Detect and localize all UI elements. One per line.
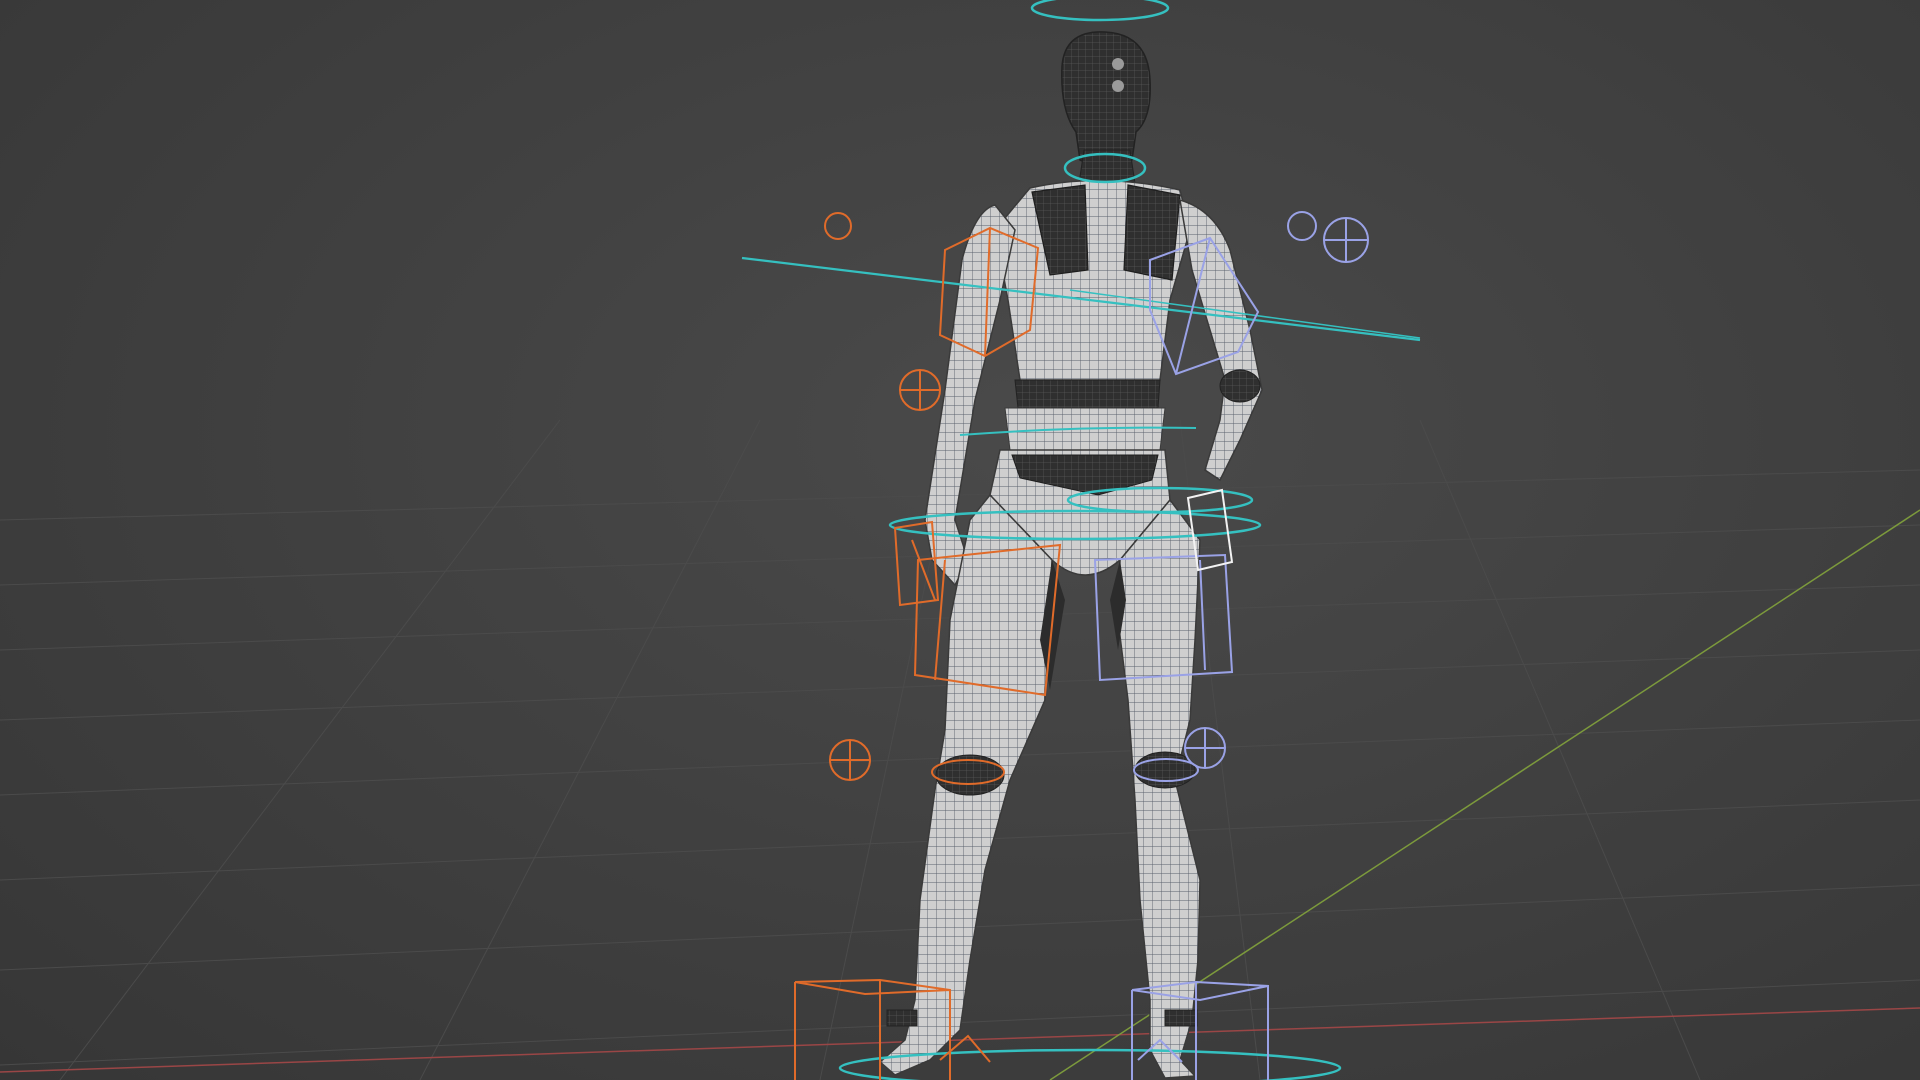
mesh-arm-right[interactable] xyxy=(1179,198,1263,482)
knee-pole-left[interactable] xyxy=(829,739,871,781)
head-control[interactable] xyxy=(1030,0,1170,22)
mesh-head[interactable] xyxy=(1061,31,1151,167)
elbow-pole-left[interactable] xyxy=(824,212,852,240)
hand-ik-right[interactable] xyxy=(1323,217,1369,263)
mesh-leg-right[interactable] xyxy=(1117,498,1201,1079)
elbow-pole-right[interactable] xyxy=(1287,211,1317,241)
rig-controls-center[interactable] xyxy=(741,0,1421,1080)
mesh-waist[interactable] xyxy=(1014,379,1161,409)
3d-viewport[interactable] xyxy=(0,0,1920,1080)
knee-pole-right[interactable] xyxy=(1184,727,1226,769)
viewport-canvas[interactable] xyxy=(0,0,1920,1080)
hand-ik-left[interactable] xyxy=(899,369,941,411)
